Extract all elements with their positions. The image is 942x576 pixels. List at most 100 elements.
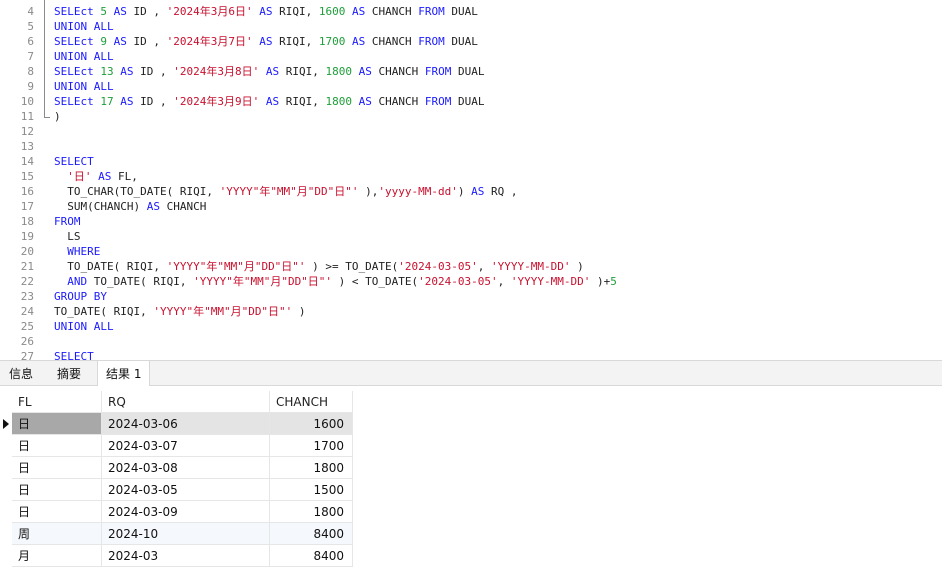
cell-chanch[interactable]: 1600 <box>270 413 353 435</box>
cell-chanch[interactable]: 8400 <box>270 545 353 567</box>
cell-fl[interactable]: 日 <box>12 435 102 457</box>
code-line[interactable]: 26 <box>0 334 942 349</box>
code-line[interactable]: 21 TO_DATE( RIQI, 'YYYY"年"MM"月"DD"日"' ) … <box>0 259 942 274</box>
code-token: SUM(CHANCH) <box>54 200 147 213</box>
line-number: 5 <box>27 20 34 33</box>
code-line[interactable]: 13 <box>0 139 942 154</box>
code-token: AS <box>345 5 372 18</box>
cell-fl[interactable]: 周 <box>12 523 102 545</box>
code-token: AS <box>252 5 280 18</box>
code-token: FROM <box>418 5 452 18</box>
code-token: '2024年3月7日' <box>166 35 253 48</box>
code-token: 13 <box>100 65 114 78</box>
cell-chanch[interactable]: 1500 <box>270 479 353 501</box>
code-token: ) <box>292 305 306 318</box>
code-line[interactable]: 4 SELEct 5 AS ID , '2024年3月6日' AS RIQI, 1… <box>0 4 942 19</box>
code-line[interactable]: 5 UNION ALL <box>0 19 942 34</box>
code-token: 5 <box>100 5 107 18</box>
table-row[interactable]: 日 2024-03-06 1600 <box>12 413 353 435</box>
cell-fl[interactable]: 日 <box>12 457 102 479</box>
code-token: GROUP BY <box>54 290 107 303</box>
table-row[interactable]: 日 2024-03-09 1800 <box>12 501 353 523</box>
code-line[interactable]: 15 '日' AS FL, <box>0 169 942 184</box>
code-line[interactable]: 16 TO_CHAR(TO_DATE( RIQI, 'YYYY"年"MM"月"D… <box>0 184 942 199</box>
column-header-fl[interactable]: FL <box>12 391 102 413</box>
code-line[interactable]: 17 SUM(CHANCH) AS CHANCH <box>0 199 942 214</box>
cell-fl[interactable]: 日 <box>12 479 102 501</box>
cell-fl[interactable]: 月 <box>12 545 102 567</box>
code-token: AS <box>91 170 118 183</box>
code-token: ) <box>54 110 61 123</box>
code-text: SELEct 9 AS ID , '2024年3月7日' AS RIQI, 17… <box>54 34 478 49</box>
code-line[interactable]: 22 AND TO_DATE( RIQI, 'YYYY"年"MM"月"DD"日"… <box>0 274 942 289</box>
line-number: 17 <box>20 200 34 213</box>
code-token: ID , <box>133 35 167 48</box>
code-text: LS <box>54 229 80 244</box>
code-line[interactable]: 18 FROM <box>0 214 942 229</box>
code-text: SELECT <box>54 154 94 169</box>
tab-summary[interactable]: 摘要 <box>49 361 89 387</box>
column-header-chanch[interactable]: CHANCH <box>270 391 353 413</box>
code-token: DUAL <box>451 35 478 48</box>
cell-chanch[interactable]: 1800 <box>270 457 353 479</box>
cell-chanch[interactable]: 8400 <box>270 523 353 545</box>
cell-rq[interactable]: 2024-03 <box>102 545 270 567</box>
code-token: RQ , <box>491 185 518 198</box>
cell-rq[interactable]: 2024-03-07 <box>102 435 270 457</box>
line-number: 11 <box>20 110 34 123</box>
table-row[interactable]: 周 2024-10 8400 <box>12 523 353 545</box>
grid-header-row: FL RQ CHANCH <box>12 391 353 413</box>
table-row[interactable]: 月 2024-03 8400 <box>12 545 353 567</box>
sql-editor[interactable]: 4 SELEct 5 AS ID , '2024年3月6日' AS RIQI, 1… <box>0 0 942 360</box>
line-number: 8 <box>27 65 34 78</box>
code-line[interactable]: 11) <box>0 109 942 124</box>
cell-rq[interactable]: 2024-10 <box>102 523 270 545</box>
line-number: 7 <box>27 50 34 63</box>
cell-rq[interactable]: 2024-03-08 <box>102 457 270 479</box>
code-line[interactable]: 25 UNION ALL <box>0 319 942 334</box>
code-line[interactable]: 7 UNION ALL <box>0 49 942 64</box>
table-row[interactable]: 日 2024-03-08 1800 <box>12 457 353 479</box>
code-token: , <box>497 275 511 288</box>
cell-fl[interactable]: 日 <box>12 413 102 435</box>
cell-chanch[interactable]: 1700 <box>270 435 353 457</box>
code-text: WHERE <box>54 244 100 259</box>
cell-fl[interactable]: 日 <box>12 501 102 523</box>
cell-chanch[interactable]: 1800 <box>270 501 353 523</box>
code-line[interactable]: 23 GROUP BY <box>0 289 942 304</box>
result-grid[interactable]: FL RQ CHANCH 日 2024-03-06 1600 日 2024-03-07 1… <box>0 386 942 576</box>
code-line[interactable]: 24 TO_DATE( RIQI, 'YYYY"年"MM"月"DD"日"' ) <box>0 304 942 319</box>
line-number: 10 <box>20 95 34 108</box>
table-row[interactable]: 日 2024-03-05 1500 <box>12 479 353 501</box>
code-line[interactable]: 14 SELECT <box>0 154 942 169</box>
code-token: 'YYYY"年"MM"月"DD"日"' <box>219 185 359 198</box>
code-text: '日' AS FL, <box>54 169 138 184</box>
code-token: AS <box>252 35 280 48</box>
code-token: )+ <box>590 275 611 288</box>
code-token: AS <box>106 35 134 48</box>
code-token: , <box>477 260 492 273</box>
table-row[interactable]: 日 2024-03-07 1700 <box>12 435 353 457</box>
code-line[interactable]: 20 WHERE <box>0 244 942 259</box>
line-number: 15 <box>20 170 34 183</box>
code-line[interactable]: 8 SELEct 13 AS ID , '2024年3月8日' AS RIQI, … <box>0 64 942 79</box>
code-line[interactable]: 27 SELECT <box>0 349 942 360</box>
code-line[interactable]: 6 SELEct 9 AS ID , '2024年3月7日' AS RIQI, 1… <box>0 34 942 49</box>
code-line[interactable]: 10 SELEct 17 AS ID , '2024年3月9日' AS RIQI,… <box>0 94 942 109</box>
cell-rq[interactable]: 2024-03-05 <box>102 479 270 501</box>
code-token: AS <box>259 65 286 78</box>
code-token: 'YYYY"年"MM"月"DD"日"' <box>166 260 306 273</box>
column-header-rq[interactable]: RQ <box>102 391 270 413</box>
code-text: TO_DATE( RIQI, 'YYYY"年"MM"月"DD"日"' ) <box>54 304 306 319</box>
code-line[interactable]: 12 <box>0 124 942 139</box>
code-text: SELECT <box>54 349 94 360</box>
code-line[interactable]: 19 LS <box>0 229 942 244</box>
code-line[interactable]: 9 UNION ALL <box>0 79 942 94</box>
code-token: SELEct <box>54 65 101 78</box>
cell-rq[interactable]: 2024-03-09 <box>102 501 270 523</box>
tab-info[interactable]: 信息 <box>1 361 41 387</box>
tab-result-1[interactable]: 结果 1 <box>97 361 151 388</box>
cell-rq[interactable]: 2024-03-06 <box>102 413 270 435</box>
current-row-marker-icon <box>3 419 9 429</box>
code-text: SELEct 13 AS ID , '2024年3月8日' AS RIQI, 1… <box>54 64 484 79</box>
